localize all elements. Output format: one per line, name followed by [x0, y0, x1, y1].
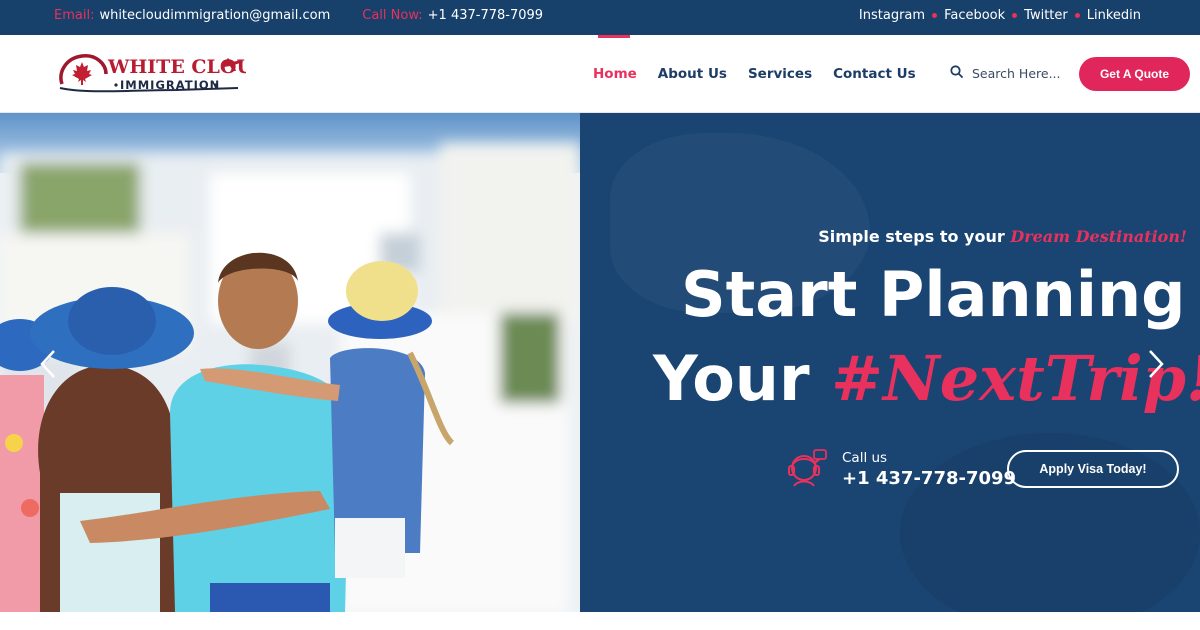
- logo-text-line1: WHITE CLOUD: [107, 56, 246, 78]
- social-link-twitter[interactable]: Twitter: [1024, 8, 1068, 23]
- nav-item-contact-us[interactable]: Contact Us: [833, 35, 916, 113]
- separator-dot: [1074, 13, 1080, 18]
- hero-headline-line1: Start Planning: [681, 258, 1186, 331]
- hero-family-photo: [0, 113, 580, 612]
- apply-visa-button[interactable]: Apply Visa Today!: [1007, 450, 1179, 488]
- separator-dot: [932, 13, 938, 18]
- nav-item-services[interactable]: Services: [748, 35, 812, 113]
- site-logo[interactable]: WHITE CLOUD IMMIGRATION: [56, 48, 270, 100]
- support-agent-icon: [784, 446, 830, 492]
- chevron-left-icon[interactable]: [36, 347, 60, 381]
- get-a-quote-button[interactable]: Get A Quote: [1079, 57, 1190, 91]
- call-us-text: Call us +1 437-778-7099: [842, 450, 1016, 489]
- headline-your-text: Your: [653, 342, 810, 415]
- social-link-facebook[interactable]: Facebook: [944, 8, 1005, 23]
- call-us-number[interactable]: +1 437-778-7099: [842, 468, 1016, 489]
- tagline-text: Simple steps to your: [818, 227, 1005, 246]
- hero-slider: Simple steps to your Dream Destination! …: [0, 113, 1200, 612]
- search-icon[interactable]: [950, 65, 972, 81]
- phone-link[interactable]: +1 437-778-7099: [428, 8, 543, 23]
- email-label: Email:: [54, 8, 95, 23]
- email-link[interactable]: whitecloudimmigration@gmail.com: [99, 8, 330, 23]
- call-now-label: Call Now:: [362, 8, 423, 23]
- social-link-instagram[interactable]: Instagram: [859, 8, 925, 23]
- nav-item-about-us[interactable]: About Us: [658, 35, 727, 113]
- tagline-script-text: Dream Destination!: [1010, 227, 1187, 246]
- social-links: Instagram Facebook Twitter Linkedin: [859, 8, 1141, 23]
- hero-headline-line2: Your #NextTrip!: [653, 339, 1200, 419]
- social-link-linkedin[interactable]: Linkedin: [1087, 8, 1141, 23]
- call-us-label: Call us: [842, 449, 888, 466]
- hero-tagline: Simple steps to your Dream Destination!: [818, 227, 1187, 246]
- search-input[interactable]: Search Here...: [972, 66, 1060, 81]
- call-us-block[interactable]: Call us +1 437-778-7099: [784, 446, 1016, 492]
- search-box[interactable]: Search Here...: [950, 65, 1060, 81]
- nav-item-home[interactable]: Home: [593, 35, 637, 113]
- logo-text-line2: IMMIGRATION: [120, 78, 220, 92]
- chevron-right-icon[interactable]: [1144, 347, 1168, 381]
- hero-text-panel: Simple steps to your Dream Destination! …: [580, 113, 1200, 612]
- separator-dot: [1012, 13, 1018, 18]
- maple-leaf-icon: [72, 62, 92, 85]
- main-header: WHITE CLOUD IMMIGRATION Home About Us Se…: [0, 35, 1200, 113]
- top-bar: Email: whitecloudimmigration@gmail.com C…: [0, 0, 1200, 35]
- primary-nav: Home About Us Services Contact Us: [593, 35, 937, 113]
- contact-info: Email: whitecloudimmigration@gmail.com C…: [54, 8, 575, 23]
